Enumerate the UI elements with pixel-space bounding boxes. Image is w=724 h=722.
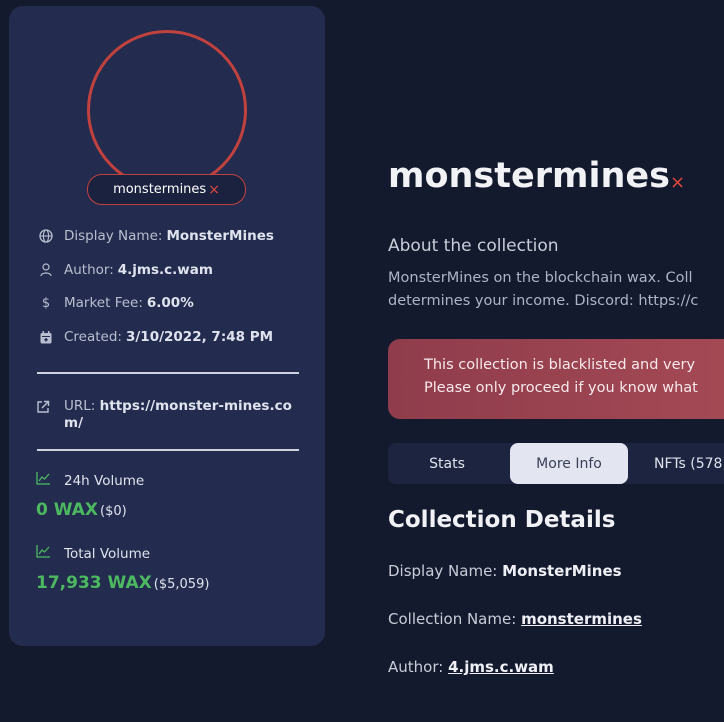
about-description: MonsterMines on the blockchain wax. Coll…	[388, 267, 724, 313]
collection-url-link-cont[interactable]: m/	[64, 415, 83, 431]
total-volume-label-row: Total Volume	[36, 545, 150, 562]
tab-nfts[interactable]: NFTs (578)	[634, 443, 724, 484]
volume-24h-wax: 0 WAX	[36, 500, 98, 520]
url-label: URL:	[64, 398, 96, 414]
blacklist-x-icon: ×	[208, 181, 220, 198]
globe-icon	[36, 229, 56, 243]
about-line: determines your income. Discord: https:/…	[388, 293, 699, 309]
display-name-value: MonsterMines	[166, 228, 274, 244]
calendar-icon	[36, 330, 56, 344]
total-volume-usd: ($5,059)	[153, 577, 210, 592]
warning-line: This collection is blacklisted and very	[424, 357, 696, 373]
about-line: MonsterMines on the blockchain wax. Coll	[388, 270, 693, 286]
collection-avatar	[87, 30, 247, 190]
detail-label: Collection Name:	[388, 610, 517, 628]
page-title: monstermines	[388, 156, 670, 196]
volume-24h-value: 0 WAX ($0)	[36, 500, 127, 520]
volume-24h-label: 24h Volume	[64, 472, 145, 489]
blacklist-x-icon: ×	[670, 172, 686, 193]
created-label: Created:	[64, 329, 122, 345]
display-name-label: Display Name:	[64, 228, 163, 244]
display-name-row: Display Name: MonsterMines	[36, 228, 274, 244]
detail-collection-name: Collection Name: monstermines	[388, 610, 642, 628]
user-icon	[36, 263, 56, 277]
volume-24h-usd: ($0)	[100, 504, 127, 519]
warning-line: Please only proceed if you know what	[424, 380, 698, 396]
market-fee-row: $ Market Fee: 6.00%	[36, 295, 194, 311]
detail-value: MonsterMines	[502, 562, 622, 580]
collection-name-chip[interactable]: monstermines ×	[87, 174, 246, 205]
detail-label: Author:	[388, 658, 444, 676]
collection-name-link[interactable]: monstermines	[521, 610, 642, 628]
detail-author: Author: 4.jms.c.wam	[388, 658, 554, 676]
author-link[interactable]: 4.jms.c.wam	[448, 658, 554, 676]
volume-24h-label-row: 24h Volume	[36, 472, 144, 489]
url-row: URL: https://monster-mines.co m/	[36, 398, 294, 432]
details-heading: Collection Details	[388, 507, 616, 533]
total-volume-value: 17,933 WAX ($5,059)	[36, 573, 209, 593]
chart-line-icon	[36, 472, 56, 489]
author-row: Author: 4.jms.c.wam	[36, 262, 213, 278]
created-value: 3/10/2022, 7:48 PM	[125, 329, 274, 345]
author-label: Author:	[64, 262, 114, 278]
total-volume-label: Total Volume	[64, 545, 151, 562]
external-link-icon	[36, 398, 56, 432]
tab-stats[interactable]: Stats	[388, 443, 506, 484]
chip-label: monstermines	[113, 182, 207, 197]
created-row: Created: 3/10/2022, 7:48 PM	[36, 329, 273, 345]
collection-url-link[interactable]: https://monster-mines.co	[100, 398, 292, 414]
tab-more-info[interactable]: More Info	[510, 443, 628, 484]
detail-display-name: Display Name: MonsterMines	[388, 562, 622, 580]
detail-label: Display Name:	[388, 562, 498, 580]
chart-line-icon	[36, 545, 56, 562]
divider	[37, 372, 299, 374]
author-value: 4.jms.c.wam	[117, 262, 213, 278]
total-volume-wax: 17,933 WAX	[36, 573, 152, 593]
blacklist-warning: This collection is blacklisted and very …	[388, 339, 724, 419]
market-fee-label: Market Fee:	[64, 295, 143, 311]
divider	[37, 449, 299, 451]
collection-tabs: Stats More Info NFTs (578)	[388, 443, 724, 484]
collection-sidebar-card: monstermines × Display Name: MonsterMine…	[9, 6, 325, 646]
market-fee-value: 6.00%	[146, 295, 194, 311]
dollar-icon: $	[41, 295, 51, 311]
about-heading: About the collection	[388, 236, 559, 256]
